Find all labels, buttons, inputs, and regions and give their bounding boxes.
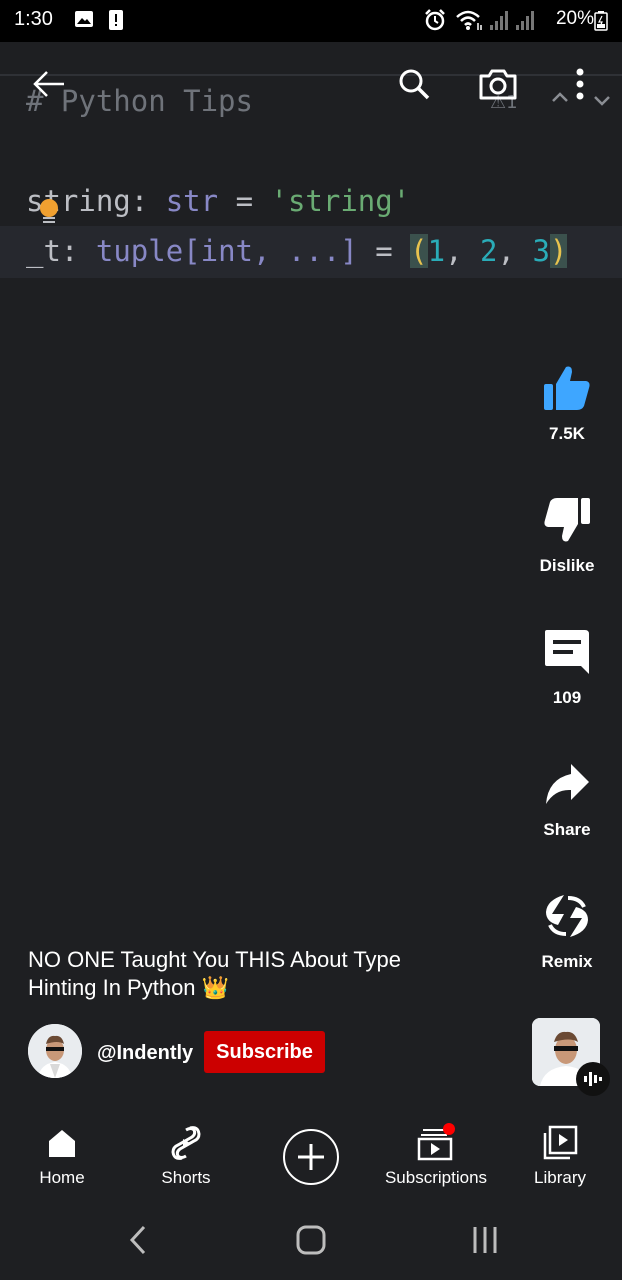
- more-vert-icon: [576, 68, 584, 100]
- search-icon: [399, 69, 430, 100]
- alert-icon: [108, 9, 124, 36]
- status-time: 1:30: [14, 8, 53, 30]
- like-count: 7.5K: [549, 424, 585, 443]
- create-button[interactable]: [283, 1129, 339, 1185]
- system-home-button[interactable]: [281, 1220, 341, 1260]
- signal-icon: [488, 9, 510, 36]
- battery-percent: 20%: [555, 8, 594, 29]
- lightbulb-icon: [40, 199, 58, 217]
- nav-home-label: Home: [39, 1168, 85, 1187]
- short-title[interactable]: NO ONE Taught You THIS About Type Hintin…: [28, 946, 468, 1002]
- remix-icon: [539, 888, 595, 944]
- comment-icon: [539, 624, 595, 680]
- nav-subscriptions-label: Subscriptions: [384, 1168, 488, 1187]
- recents-icon: [473, 1227, 497, 1253]
- comments-button[interactable]: 109: [518, 624, 616, 708]
- nav-shorts[interactable]: Shorts: [124, 1124, 248, 1188]
- camera-button[interactable]: [476, 62, 520, 106]
- camera-icon: [479, 69, 517, 100]
- arrow-left-icon: [33, 71, 64, 97]
- home-icon: [0, 1124, 124, 1162]
- dislike-button[interactable]: Dislike: [518, 492, 616, 576]
- nav-library-label: Library: [534, 1168, 586, 1187]
- chevron-up-icon: [550, 90, 570, 109]
- dislike-label: Dislike: [539, 556, 595, 575]
- search-button[interactable]: [392, 62, 436, 106]
- subscriptions-notification-dot: [443, 1123, 455, 1135]
- subscribe-button[interactable]: Subscribe: [204, 1031, 325, 1073]
- code-line-1: string: str = 'string': [26, 184, 411, 218]
- share-button[interactable]: Share: [518, 756, 616, 840]
- share-icon: [539, 756, 595, 812]
- audio-waveform-icon: [576, 1062, 610, 1096]
- remix-label: Remix: [541, 952, 593, 971]
- share-label: Share: [543, 820, 591, 839]
- alarm-icon: [424, 9, 446, 36]
- channel-name[interactable]: @Indently: [97, 1042, 193, 1065]
- plus-icon: [298, 1144, 324, 1170]
- status-bar: 1:30 20%: [0, 0, 622, 42]
- signal-icon-2: [514, 9, 536, 36]
- channel-avatar[interactable]: [28, 1024, 82, 1078]
- chevron-down-icon: [592, 94, 612, 113]
- image-icon: [74, 9, 94, 34]
- subscriptions-icon: [374, 1124, 498, 1162]
- battery-icon: [594, 11, 608, 36]
- comment-count: 109: [552, 688, 582, 707]
- nav-home[interactable]: Home: [0, 1124, 124, 1188]
- remix-button[interactable]: Remix: [518, 888, 616, 972]
- thumbs-up-icon: [539, 360, 595, 416]
- editor-divider: [0, 74, 622, 76]
- nav-subscriptions[interactable]: Subscriptions: [374, 1124, 498, 1188]
- back-button[interactable]: [27, 62, 71, 106]
- nav-library[interactable]: Library: [498, 1124, 622, 1188]
- lightbulb-base: [43, 217, 55, 223]
- library-icon: [498, 1124, 622, 1162]
- bottom-navigation: Home Shorts Subscriptions Library: [0, 1110, 622, 1204]
- system-recents-button[interactable]: [455, 1220, 515, 1260]
- thumbs-down-icon: [539, 492, 595, 548]
- back-chevron-icon: [129, 1225, 146, 1255]
- code-line-2: _t: tuple[int, ...] = (1, 2, 3): [26, 234, 568, 268]
- system-back-button[interactable]: [108, 1220, 168, 1260]
- wifi-icon: [455, 9, 483, 36]
- like-button[interactable]: 7.5K: [518, 360, 616, 444]
- system-navigation-bar: [0, 1204, 622, 1280]
- short-video-player[interactable]: # Python Tips ⚠1 string: str = 'string' …: [0, 42, 622, 1112]
- shorts-icon: [124, 1124, 248, 1162]
- home-square-icon: [296, 1225, 326, 1255]
- nav-shorts-label: Shorts: [161, 1168, 211, 1187]
